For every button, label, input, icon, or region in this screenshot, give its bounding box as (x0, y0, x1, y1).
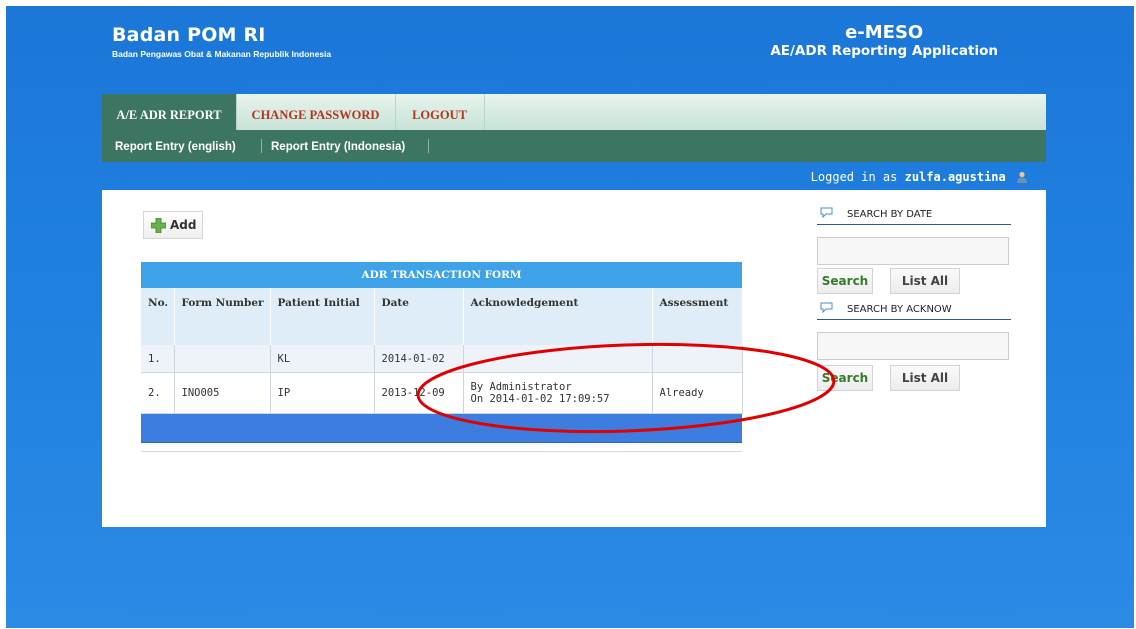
brand-subtitle: Badan Pengawas Obat & Makanan Republik I… (112, 49, 332, 59)
add-button-label: Add (170, 218, 197, 232)
table-footer-bar (141, 414, 742, 443)
subnav-divider (261, 139, 262, 153)
cell-form-number: INO005 (174, 372, 271, 414)
cell-date: 2013-12-09 (374, 372, 464, 414)
search-ack-input[interactable] (817, 332, 1009, 360)
cell-acknowledgement (463, 345, 653, 373)
search-by-date-button[interactable]: Search (817, 268, 873, 294)
cell-assessment: Already (652, 372, 743, 414)
table-header-row: No. Form Number Patient Initial Date Ack… (141, 288, 743, 345)
search-by-ack-box: SEARCH BY ACKNOW (817, 301, 1011, 360)
ack-line-1: By Administrator (470, 381, 572, 393)
subnav-divider (428, 139, 429, 153)
subnav-report-entry-indonesia[interactable]: Report Entry (Indonesia) (271, 130, 405, 162)
add-button[interactable]: Add (143, 211, 203, 239)
column-header-date: Date (374, 288, 464, 345)
search-by-ack-header: SEARCH BY ACKNOW (817, 301, 1011, 320)
ack-line-2: On 2014-01-02 17:09:57 (470, 393, 610, 405)
tab-change-password[interactable]: CHANGE PASSWORD (236, 94, 396, 130)
brand-block: Badan POM RI Badan Pengawas Obat & Makan… (112, 24, 331, 59)
cell-no: 2. (141, 372, 175, 414)
column-header-patient-initial: Patient Initial (270, 288, 375, 345)
adr-transaction-table: ADR TRANSACTION FORM No. Form Number Pat… (141, 262, 743, 452)
table-bottom-shadow (141, 443, 742, 452)
speech-bubble-icon (820, 207, 833, 218)
column-header-assessment: Assessment (652, 288, 743, 345)
subnav-report-entry-english[interactable]: Report Entry (english) (115, 130, 236, 162)
sub-nav-bar: Report Entry (english) Report Entry (Ind… (102, 130, 1046, 162)
app-title: e-MESO (845, 22, 924, 43)
cell-no: 1. (141, 345, 175, 373)
login-prefix: Logged in as (810, 170, 898, 184)
login-username: zulfa.agustina (904, 170, 1006, 184)
search-by-date-label: SEARCH BY DATE (847, 209, 933, 220)
column-header-no: No. (141, 288, 175, 345)
cell-acknowledgement: By Administrator On 2014-01-02 17:09:57 (463, 372, 653, 414)
table-row[interactable]: 2. INO005 IP 2013-12-09 By Administrator… (141, 372, 743, 414)
tab-logout[interactable]: LOGOUT (395, 94, 485, 130)
speech-bubble-icon (820, 302, 833, 313)
cell-patient-initial: KL (270, 345, 375, 373)
cell-date: 2014-01-02 (374, 345, 464, 373)
search-date-input[interactable] (817, 237, 1009, 265)
app-subtitle: AE/ADR Reporting Application (770, 43, 998, 59)
cell-form-number (174, 345, 271, 373)
table-title: ADR TRANSACTION FORM (141, 262, 742, 288)
search-by-date-header: SEARCH BY DATE (817, 206, 1011, 225)
cell-assessment (652, 345, 743, 373)
cell-patient-initial: IP (270, 372, 375, 414)
search-by-ack-label: SEARCH BY ACKNOW (847, 304, 952, 315)
search-by-ack-button[interactable]: Search (817, 365, 873, 391)
login-status: Logged in as zulfa.agustina (811, 170, 1028, 184)
add-icon (151, 218, 166, 233)
list-all-date-button[interactable]: List All (890, 268, 960, 294)
column-header-form-number: Form Number (174, 288, 271, 345)
list-all-ack-button[interactable]: List All (890, 365, 960, 391)
brand-title: Badan POM RI (112, 24, 266, 46)
main-tab-bar: A/E ADR REPORT CHANGE PASSWORD LOGOUT (102, 94, 1046, 130)
tab-ae-adr-report[interactable]: A/E ADR REPORT (102, 94, 237, 130)
search-by-date-box: SEARCH BY DATE (817, 206, 1011, 265)
user-icon (1017, 171, 1027, 183)
app-title-block: e-MESO AE/ADR Reporting Application (770, 22, 998, 59)
table-row[interactable]: 1. KL 2014-01-02 (141, 345, 743, 373)
column-header-acknowledgement: Acknowledgement (463, 288, 653, 345)
